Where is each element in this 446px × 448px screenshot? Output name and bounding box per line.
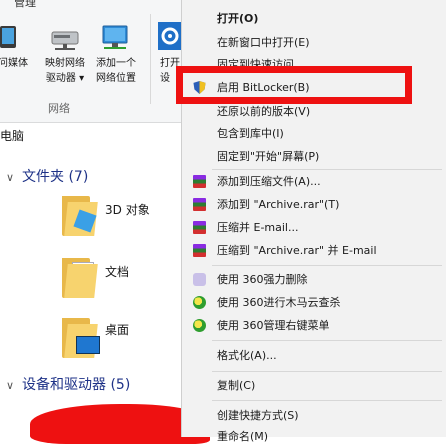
media-button[interactable]: 问媒体 [0, 56, 32, 71]
folder-label-3d[interactable]: 3D 对象 [105, 201, 150, 218]
section-folders[interactable]: ∨ 文件夹 (7) [6, 166, 88, 186]
menu-item-compress-email[interactable]: 压缩并 E-mail... [182, 216, 446, 239]
menu-item-open[interactable]: 打开(O) [182, 7, 446, 30]
menu-separator [212, 371, 442, 372]
folder-icon[interactable] [62, 318, 100, 358]
map-network-drive-button[interactable]: 映射网络 驱动器 ▾ [38, 56, 92, 86]
menu-item-open-new-window[interactable]: 在新窗口中打开(E) [182, 31, 446, 54]
section-devices-title: 设备和驱动器 (5) [22, 377, 131, 393]
winrar-icon [193, 175, 206, 188]
ribbon-tab-manage[interactable]: 管理 [14, 0, 36, 10]
menu-separator [212, 400, 442, 401]
menu-item-add-archive[interactable]: 添加到压缩文件(A)... [182, 170, 446, 193]
menu-item-format[interactable]: 格式化(A)... [182, 344, 446, 367]
folder-label-documents[interactable]: 文档 [105, 263, 129, 280]
360-shred-icon [193, 273, 206, 286]
menu-item-360-manage[interactable]: 使用 360管理右键菜单 [182, 314, 446, 337]
menu-item-360-scan[interactable]: 使用 360进行木马云查杀 [182, 291, 446, 314]
add-network-location-button[interactable]: 添加一个 网络位置 [88, 56, 144, 86]
winrar-icon [193, 244, 206, 257]
menu-item-add-archive-rar[interactable]: 添加到 "Archive.rar"(T) [182, 193, 446, 216]
menu-separator [212, 265, 442, 266]
folder-label-desktop[interactable]: 桌面 [105, 321, 129, 338]
ribbon-group-separator [150, 14, 151, 104]
address-text: 电脑 [0, 129, 25, 143]
chevron-down-icon: ∨ [6, 171, 15, 184]
winrar-icon [193, 221, 206, 234]
360-manage-icon [193, 319, 206, 332]
section-folders-title: 文件夹 (7) [22, 169, 89, 185]
menu-item-include-library[interactable]: 包含到库中(I) [182, 122, 446, 145]
media-device-icon [0, 26, 16, 48]
menu-item-pin-start[interactable]: 固定到"开始"屏幕(P) [182, 145, 446, 168]
network-location-icon [102, 25, 128, 49]
ribbon-group-label: 网络 [48, 102, 70, 115]
folder-icon[interactable] [62, 196, 100, 236]
highlight-box [176, 66, 412, 104]
section-devices[interactable]: ∨ 设备和驱动器 (5) [6, 374, 130, 394]
menu-item-360-shred[interactable]: 使用 360强力删除 [182, 268, 446, 291]
chevron-down-icon: ∨ [6, 379, 15, 392]
menu-item-compress-rar-email[interactable]: 压缩到 "Archive.rar" 并 E-mail [182, 239, 446, 262]
folder-icon[interactable] [62, 258, 100, 298]
menu-separator [212, 340, 442, 341]
menu-item-copy[interactable]: 复制(C) [182, 374, 446, 397]
network-drive-icon [51, 31, 79, 50]
winrar-icon [193, 198, 206, 211]
settings-gear-icon [158, 22, 182, 50]
address-bar[interactable]: 电脑 [0, 124, 182, 146]
360-scan-icon [193, 296, 206, 309]
menu-item-create-shortcut[interactable]: 创建快捷方式(S) [182, 404, 446, 427]
